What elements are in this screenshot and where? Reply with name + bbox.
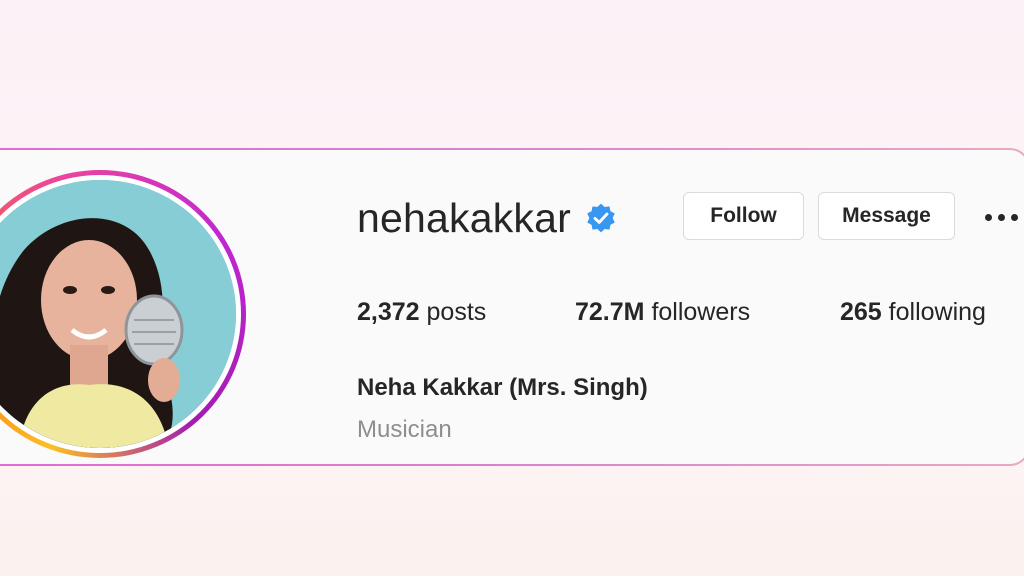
following-label: following <box>888 298 986 326</box>
followers-label: followers <box>651 298 751 326</box>
posts-stat[interactable]: 2,372 posts <box>357 298 486 327</box>
avatar-photo <box>0 180 236 448</box>
following-count: 265 <box>840 298 882 326</box>
more-horizontal-icon[interactable] <box>985 205 1023 229</box>
message-button[interactable]: Message <box>818 192 955 240</box>
avatar-frame <box>0 175 241 453</box>
posts-label: posts <box>426 298 487 326</box>
category-label: Musician <box>357 416 452 443</box>
more-dot <box>985 213 992 221</box>
more-dot <box>998 213 1005 221</box>
more-dot <box>1011 213 1018 221</box>
avatar[interactable] <box>0 180 236 448</box>
verified-badge-icon <box>587 203 615 233</box>
following-stat[interactable]: 265 following <box>840 298 986 327</box>
username-row: nehakakkar <box>357 192 617 244</box>
follow-button[interactable]: Follow <box>683 192 804 240</box>
followers-count: 72.7M <box>575 298 645 326</box>
followers-stat[interactable]: 72.7M followers <box>575 298 750 327</box>
posts-count: 2,372 <box>357 298 420 326</box>
username: nehakakkar <box>357 194 571 241</box>
full-name: Neha Kakkar (Mrs. Singh) <box>357 374 648 401</box>
